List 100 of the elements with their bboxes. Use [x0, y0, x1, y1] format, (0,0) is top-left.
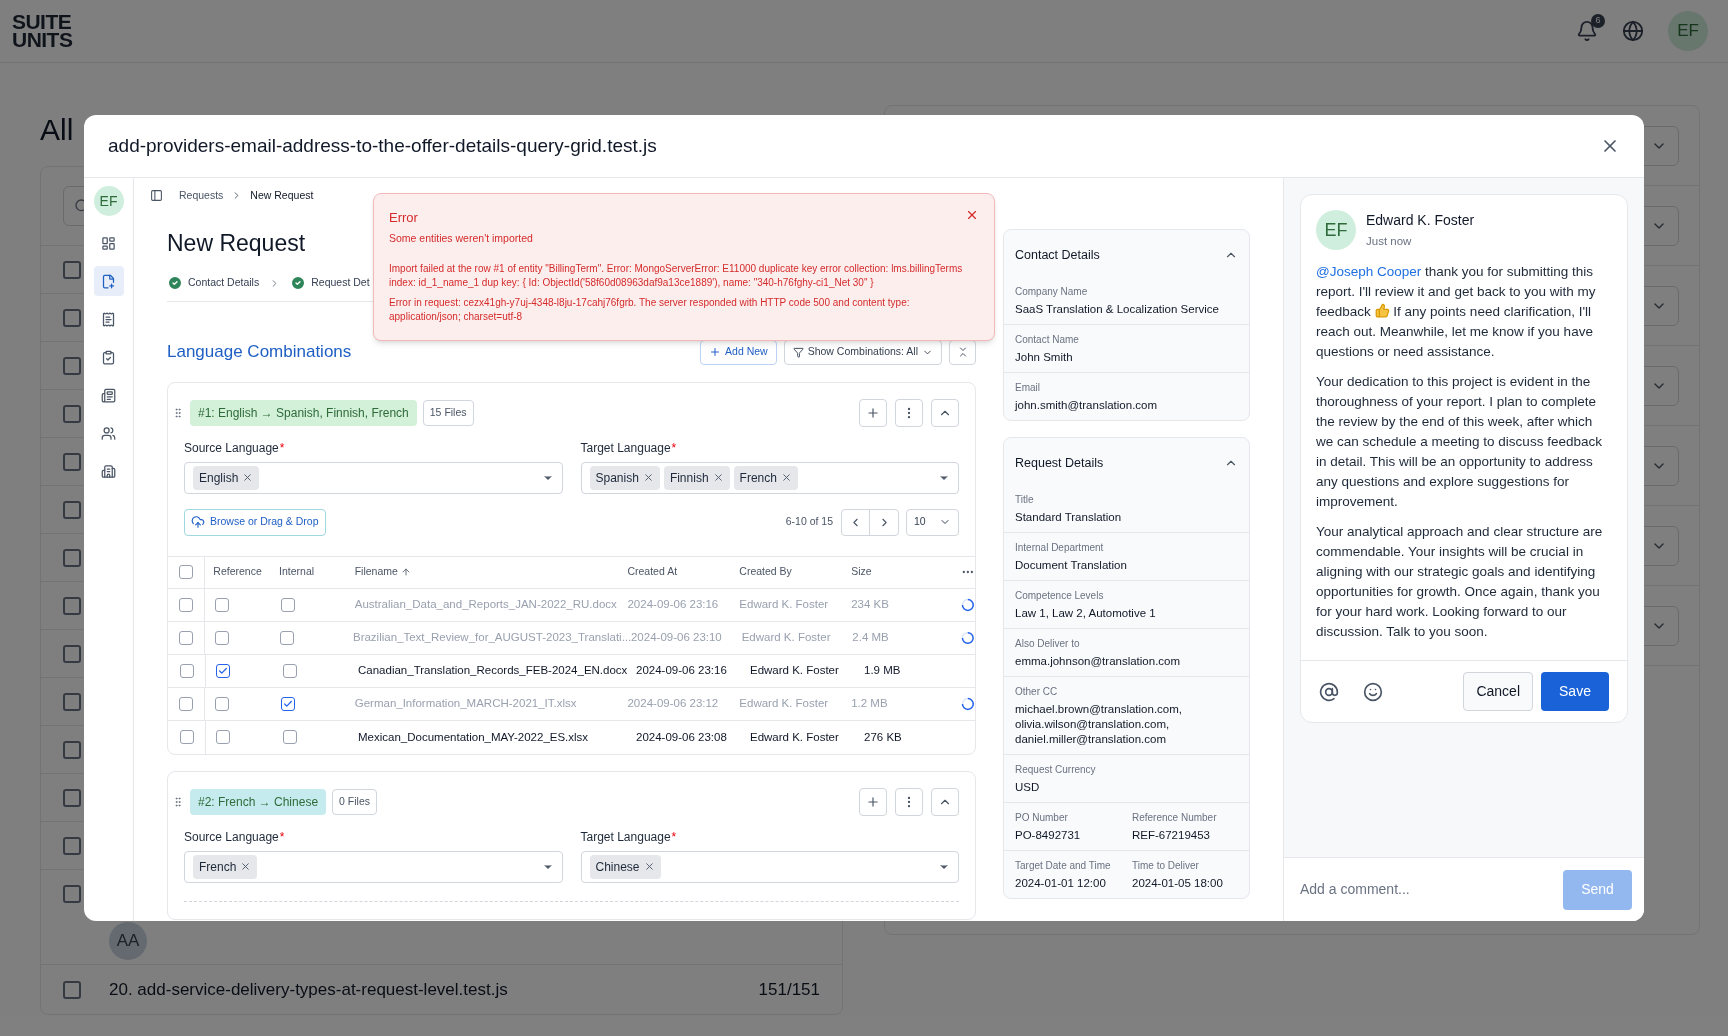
- remove-icon[interactable]: [780, 472, 792, 484]
- field-label: Target Language: [580, 439, 671, 457]
- language-globe-icon[interactable]: [1622, 20, 1644, 42]
- row-checkbox[interactable]: [179, 663, 194, 678]
- field-label: Other CC: [1015, 684, 1058, 699]
- add-icon-button[interactable]: [859, 398, 887, 427]
- target-language-select[interactable]: Chinese: [580, 850, 959, 883]
- remove-icon[interactable]: [643, 861, 655, 873]
- filter-icon: [792, 346, 804, 358]
- reference-checkbox[interactable]: [215, 597, 230, 612]
- date-cell: 2024-09-06 23:08: [636, 730, 727, 743]
- mention-icon[interactable]: [1319, 681, 1339, 702]
- field-label: Internal Department: [1015, 540, 1104, 555]
- language-chip[interactable]: Finnish: [663, 465, 730, 490]
- field-label: Request Currency: [1015, 762, 1096, 777]
- field-value: Law 1, Law 2, Automotive 1: [1015, 605, 1157, 621]
- row-checkbox[interactable]: [63, 548, 81, 567]
- row-checkbox[interactable]: [178, 630, 193, 645]
- files-count: 0 Files: [332, 788, 377, 815]
- comment-input[interactable]: Add a comment...: [1300, 879, 1555, 900]
- required-mark: *: [279, 439, 285, 457]
- field-value: John Smith: [1015, 349, 1074, 365]
- reference-checkbox[interactable]: [216, 730, 230, 745]
- files-count: 15 Files: [422, 399, 474, 426]
- upload-button[interactable]: Browse or Drag & Drop: [184, 508, 326, 536]
- column-header[interactable]: Filename: [354, 564, 411, 581]
- reference-checkbox[interactable]: [214, 630, 229, 645]
- drag-handle-icon[interactable]: [172, 405, 184, 420]
- row-checkbox[interactable]: [63, 500, 81, 519]
- remove-icon[interactable]: [642, 472, 654, 484]
- select-all-checkbox[interactable]: [179, 565, 194, 580]
- row-checkbox[interactable]: [63, 644, 81, 663]
- internal-checkbox[interactable]: [281, 696, 296, 711]
- row-checkbox[interactable]: [179, 696, 194, 711]
- remove-icon[interactable]: [712, 472, 724, 484]
- internal-checkbox[interactable]: [283, 663, 297, 678]
- column-header[interactable]: Internal: [279, 564, 315, 581]
- required-mark: *: [279, 828, 285, 846]
- add-icon-button[interactable]: [859, 787, 887, 816]
- column-header[interactable]: Reference: [213, 564, 262, 581]
- row-checkbox[interactable]: [63, 692, 81, 711]
- reference-checkbox[interactable]: [215, 696, 230, 711]
- required-mark: *: [671, 439, 677, 457]
- sidebar-toggle-icon[interactable]: [150, 189, 163, 203]
- mention-link[interactable]: @Joseph Cooper: [1316, 264, 1422, 280]
- row-checkbox[interactable]: [63, 740, 81, 759]
- column-header[interactable]: Created By: [739, 564, 792, 581]
- remove-icon[interactable]: [242, 472, 254, 484]
- step-label[interactable]: Request Det: [311, 275, 370, 292]
- row-checkbox[interactable]: [179, 597, 194, 612]
- row-checkbox[interactable]: [63, 596, 81, 615]
- row-checkbox[interactable]: [63, 836, 81, 855]
- reference-checkbox[interactable]: [216, 663, 230, 678]
- target-language-select[interactable]: Spanish Finnish French: [580, 461, 959, 494]
- field-value: PO-8492731: [1015, 827, 1082, 843]
- internal-checkbox[interactable]: [280, 630, 295, 645]
- language-chip[interactable]: French: [193, 854, 258, 879]
- logo: SUITE UNITS: [12, 13, 73, 49]
- column-header[interactable]: Created At: [627, 564, 678, 581]
- row-checkbox[interactable]: [63, 884, 81, 903]
- notification-bell-icon[interactable]: [1576, 20, 1598, 42]
- field-value: USD: [1015, 779, 1041, 795]
- language-chip[interactable]: Spanish: [589, 465, 660, 490]
- save-button[interactable]: Save: [1541, 672, 1609, 712]
- row-checkbox[interactable]: [63, 788, 81, 807]
- cancel-button[interactable]: Cancel: [1463, 672, 1533, 712]
- file-plus-icon[interactable]: [93, 266, 124, 296]
- row-checkbox[interactable]: [179, 730, 194, 745]
- date-cell: 2024-09-06 23:16: [636, 664, 727, 677]
- row-checkbox[interactable]: [63, 452, 81, 471]
- row-checkbox[interactable]: [63, 260, 81, 279]
- row-checkbox[interactable]: [63, 356, 81, 375]
- author-avatar: EF: [1316, 210, 1356, 251]
- source-language-select[interactable]: English: [184, 461, 563, 494]
- language-chip[interactable]: Chinese: [589, 854, 661, 879]
- page-heading: All: [40, 112, 74, 148]
- column-header[interactable]: Size: [851, 564, 872, 581]
- error-title: Error: [389, 209, 418, 227]
- source-language-select[interactable]: French: [184, 850, 563, 883]
- sort-ascending-icon: [400, 567, 411, 578]
- close-icon[interactable]: [965, 208, 979, 222]
- page-size-select[interactable]: 10: [906, 508, 959, 536]
- user-avatar[interactable]: EF: [93, 186, 124, 216]
- author-cell: Edward K. Foster: [739, 598, 829, 611]
- author-cell: Edward K. Foster: [741, 631, 831, 644]
- step-label[interactable]: Contact Details: [188, 275, 260, 292]
- internal-checkbox[interactable]: [281, 597, 296, 612]
- remove-icon[interactable]: [240, 861, 252, 873]
- language-chip[interactable]: French: [733, 465, 798, 490]
- drag-handle-icon[interactable]: [172, 794, 184, 809]
- internal-checkbox[interactable]: [283, 730, 297, 745]
- language-chip[interactable]: English: [193, 465, 260, 490]
- check-icon: [283, 698, 294, 709]
- row-checkbox[interactable]: [63, 980, 81, 999]
- field-value: 2024-01-05 18:00: [1132, 875, 1224, 891]
- emoji-icon[interactable]: [1363, 681, 1383, 702]
- row-checkbox[interactable]: [63, 308, 81, 327]
- date-cell: 2024-09-06 23:16: [627, 598, 719, 611]
- row-checkbox[interactable]: [63, 404, 81, 423]
- breadcrumb-link[interactable]: Requests: [179, 188, 224, 204]
